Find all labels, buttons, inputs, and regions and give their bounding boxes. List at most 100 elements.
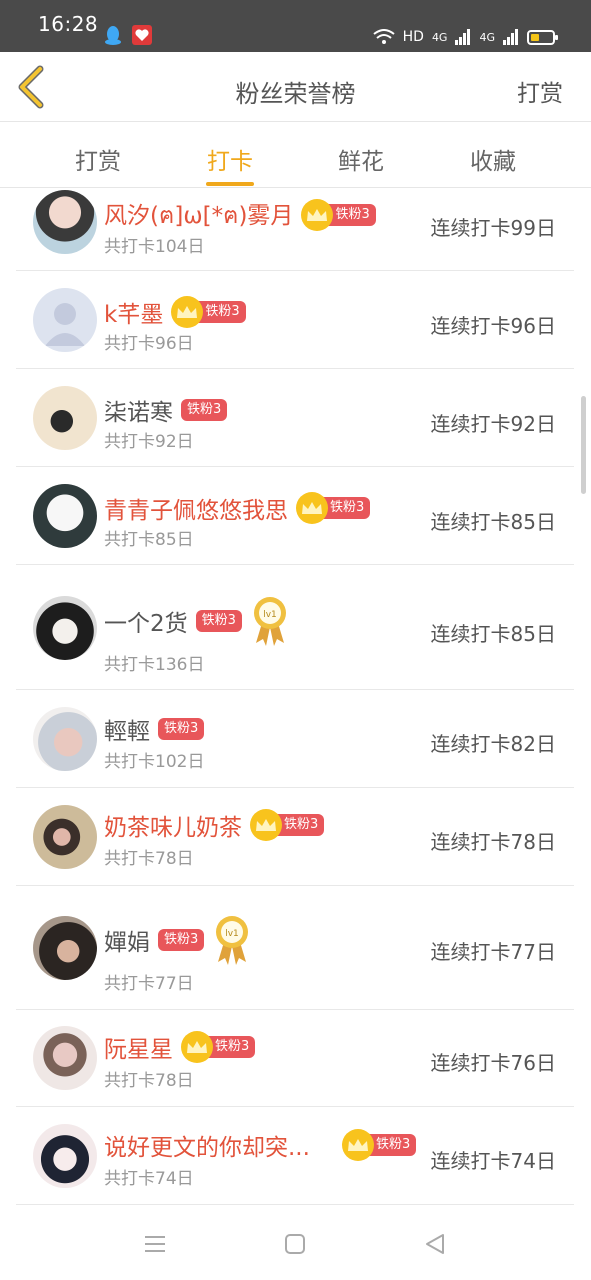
avatar[interactable]: [33, 1124, 97, 1188]
tab-checkin[interactable]: 打卡: [190, 142, 270, 186]
user-name[interactable]: 青青子佩悠悠我思: [104, 491, 288, 525]
hd-label: HD: [402, 29, 424, 45]
avatar[interactable]: [33, 288, 97, 352]
avatar[interactable]: [33, 805, 97, 869]
streak-label: 连续打卡77日: [430, 940, 556, 964]
fan-badge: 铁粉3: [296, 492, 371, 524]
battery-icon: [527, 29, 558, 45]
tab-label: 收藏: [470, 149, 516, 175]
crown-icon: [171, 296, 204, 328]
avatar[interactable]: [33, 190, 97, 254]
user-name[interactable]: 说好更文的你却突...: [104, 1128, 334, 1162]
user-name[interactable]: 风汐(ฅ]ω[*ฅ)雾月: [104, 196, 293, 234]
tab-flowers[interactable]: 鲜花: [321, 142, 401, 176]
crown-icon: [342, 1129, 374, 1161]
qq-icon: [105, 26, 121, 45]
streak-label: 连续打卡82日: [430, 732, 556, 756]
avatar[interactable]: [33, 596, 97, 660]
tab-label: 打赏: [75, 149, 121, 175]
list-item[interactable]: 阮星星 铁粉3 共打卡78日 连续打卡76日: [16, 1010, 574, 1107]
badge-label: 铁粉3: [195, 610, 242, 632]
list-item[interactable]: 一个2货 铁粉3 lv1 共打卡136日 连续打卡85日: [16, 565, 574, 690]
user-name[interactable]: 輕輕: [104, 712, 150, 746]
streak-label: 连续打卡85日: [430, 622, 556, 646]
system-nav-bar: [0, 1206, 591, 1280]
list-item[interactable]: 奶茶味儿奶茶 铁粉3 共打卡78日 连续打卡78日: [16, 788, 574, 886]
user-name[interactable]: k芊墨: [104, 295, 163, 329]
streak-label: 连续打卡78日: [430, 830, 556, 854]
signal-label-1: 4G: [431, 30, 448, 44]
crown-icon: [301, 199, 334, 231]
user-name[interactable]: 一个2货: [104, 604, 188, 638]
fan-badge: 铁粉3: [158, 717, 205, 741]
streak-label: 连续打卡99日: [430, 216, 556, 240]
level-medal-icon: lv1: [216, 916, 249, 965]
fan-badge: 铁粉3: [301, 199, 376, 231]
badge-label: 铁粉3: [158, 929, 205, 951]
home-icon[interactable]: [281, 1230, 309, 1258]
fan-badge: 铁粉3: [181, 398, 228, 422]
avatar[interactable]: [33, 484, 97, 548]
total-checkin: 共打卡104日: [104, 237, 205, 257]
total-checkin: 共打卡85日: [104, 530, 194, 550]
avatar[interactable]: [33, 916, 97, 980]
streak-label: 连续打卡85日: [430, 510, 556, 534]
list-item[interactable]: 风汐(ฅ]ω[*ฅ)雾月 铁粉3 共打卡104日 连续打卡99日: [16, 188, 574, 271]
medal-level: lv1: [263, 610, 277, 620]
total-checkin: 共打卡102日: [104, 752, 205, 772]
signal-icon: [503, 29, 518, 45]
avatar[interactable]: [33, 1026, 97, 1090]
system-indicators: HD 4G 4G: [373, 25, 558, 49]
tab-reward[interactable]: 打赏: [58, 142, 138, 176]
list-item[interactable]: 说好更文的你却突... 铁粉3 共打卡74日 连续打卡74日: [16, 1107, 574, 1205]
total-checkin: 共打卡78日: [104, 1071, 194, 1091]
user-name[interactable]: 奶茶味儿奶茶: [104, 808, 242, 842]
list-item[interactable]: 嬋娟 铁粉3 lv1 共打卡77日 连续打卡77日: [16, 886, 574, 1010]
avatar[interactable]: [33, 386, 97, 450]
streak-label: 连续打卡92日: [430, 412, 556, 436]
fan-badge: 铁粉3: [181, 1031, 256, 1063]
fan-badge: 铁粉3: [250, 809, 325, 841]
reward-button[interactable]: 打赏: [517, 74, 563, 108]
streak-label: 连续打卡76日: [430, 1051, 556, 1075]
fan-badge: 铁粉3: [158, 928, 205, 952]
tab-label: 打卡: [207, 149, 253, 175]
tab-bar: 打赏 打卡 鲜花 收藏: [0, 122, 591, 188]
streak-label: 连续打卡96日: [430, 314, 556, 338]
scrollbar[interactable]: [581, 396, 586, 494]
medal-level: lv1: [226, 929, 240, 939]
back-triangle-icon[interactable]: [421, 1230, 449, 1258]
checkin-ranking-list[interactable]: 风汐(ฅ]ω[*ฅ)雾月 铁粉3 共打卡104日 连续打卡99日 k芊墨 铁粉3…: [16, 188, 574, 1206]
tab-favorites[interactable]: 收藏: [453, 142, 533, 176]
crown-icon: [181, 1031, 213, 1063]
total-checkin: 共打卡136日: [104, 655, 205, 675]
list-item[interactable]: 青青子佩悠悠我思 铁粉3 共打卡85日 连续打卡85日: [16, 467, 574, 565]
total-checkin: 共打卡92日: [104, 432, 194, 452]
total-checkin: 共打卡96日: [104, 334, 194, 354]
list-item[interactable]: 柒诺寒 铁粉3 共打卡92日 连续打卡92日: [16, 369, 574, 467]
avatar[interactable]: [33, 707, 97, 771]
badge-label: 铁粉3: [181, 399, 228, 421]
crown-icon: [296, 492, 328, 524]
status-time: 16:28: [38, 12, 99, 36]
fan-badge: 铁粉3: [195, 609, 242, 633]
user-name[interactable]: 嬋娟: [104, 923, 150, 957]
list-item[interactable]: 輕輕 铁粉3 共打卡102日 连续打卡82日: [16, 690, 574, 788]
page-title: 粉丝荣誉榜: [235, 80, 356, 108]
tab-label: 鲜花: [338, 149, 384, 175]
menu-icon[interactable]: [141, 1230, 169, 1258]
total-checkin: 共打卡74日: [104, 1169, 194, 1189]
list-item[interactable]: k芊墨 铁粉3 共打卡96日 连续打卡96日: [16, 271, 574, 369]
default-avatar-icon: [45, 303, 85, 346]
wifi-icon: [373, 29, 395, 44]
total-checkin: 共打卡78日: [104, 849, 194, 869]
user-name[interactable]: 阮星星: [104, 1030, 173, 1064]
fan-badge: 铁粉3: [342, 1129, 417, 1161]
streak-label: 连续打卡74日: [430, 1149, 556, 1173]
app-header: 粉丝荣誉榜 打赏: [0, 52, 591, 122]
user-name[interactable]: 柒诺寒: [104, 393, 173, 427]
signal-label-2: 4G: [479, 30, 495, 44]
badge-label: 铁粉3: [158, 718, 205, 740]
app-heart-icon: [132, 25, 152, 45]
tab-active-indicator: [206, 182, 254, 186]
